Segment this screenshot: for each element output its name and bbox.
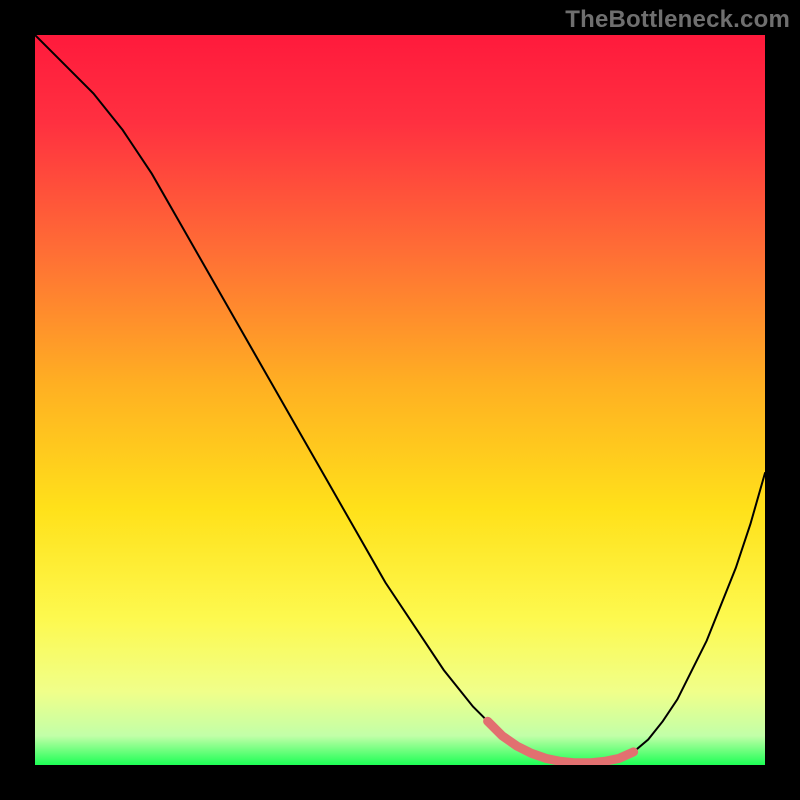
watermark-text: TheBottleneck.com (565, 6, 790, 34)
gradient-background (35, 35, 765, 765)
chart-container: TheBottleneck.com (0, 0, 800, 800)
curve-plot (35, 35, 765, 765)
